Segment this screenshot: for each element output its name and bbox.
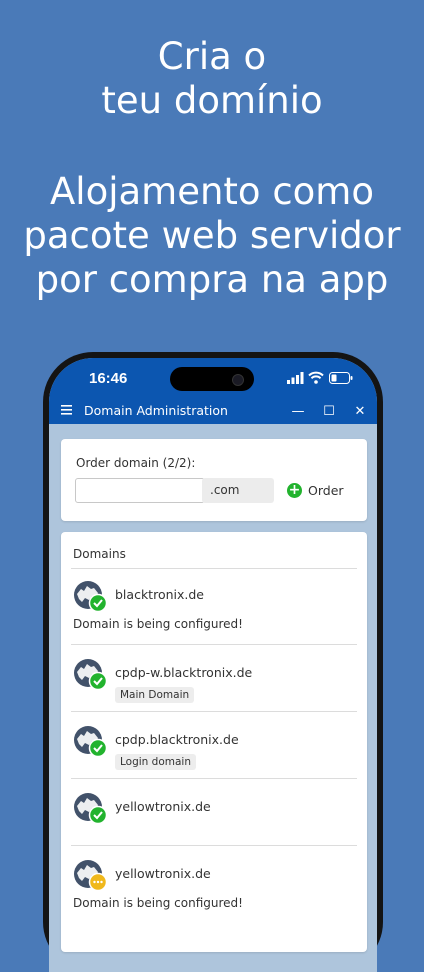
phone-screen: 16:46 Domain Administration — ☐ ✕ Order …	[49, 358, 377, 972]
headline-line-3: Alojamento como	[49, 170, 374, 213]
domain-status-message: Domain is being configured!	[73, 896, 243, 910]
tld-select[interactable]: .com	[202, 478, 274, 503]
headline-line-5: por compra na app	[35, 258, 389, 301]
domain-name: cpdp.blacktronix.de	[115, 732, 239, 747]
domain-status-message: Domain is being configured!	[73, 617, 243, 631]
domain-globe-icon	[73, 725, 108, 759]
phone-frame: 16:46 Domain Administration — ☐ ✕ Order …	[43, 352, 383, 972]
domains-header: Domains	[73, 547, 126, 561]
app-title: Domain Administration	[84, 403, 228, 418]
domain-globe-pending-icon	[73, 859, 108, 893]
camera-icon	[232, 374, 244, 386]
order-domain-label: Order domain (2/2):	[76, 456, 196, 470]
maximize-button[interactable]: ☐	[318, 402, 340, 422]
domain-badge: Login domain	[115, 754, 196, 770]
divider	[71, 778, 357, 779]
domain-row[interactable]: yellowtronix.de	[61, 792, 367, 852]
headline-bottom: Alojamento como pacote web servidor por …	[0, 170, 424, 302]
domain-name: yellowtronix.de	[115, 866, 211, 881]
order-domain-card: Order domain (2/2): .com + Order	[61, 439, 367, 521]
minimize-button[interactable]: —	[287, 402, 309, 422]
domain-name-input[interactable]	[75, 478, 205, 503]
order-button-label: Order	[308, 483, 344, 498]
status-time: 16:46	[89, 370, 128, 387]
menu-icon[interactable]	[61, 405, 72, 415]
divider	[71, 845, 357, 846]
headline-line-1: Cria o	[157, 35, 267, 78]
domain-globe-icon	[73, 792, 108, 826]
divider	[71, 711, 357, 712]
domain-name: blacktronix.de	[115, 587, 204, 602]
headline-top: Cria o teu domínio	[0, 35, 424, 123]
domain-row[interactable]: yellowtronix.de Domain is being configur…	[61, 859, 367, 919]
divider	[71, 568, 357, 569]
domain-badge: Main Domain	[115, 687, 195, 703]
close-button[interactable]: ✕	[349, 402, 371, 422]
headline-line-4: pacote web servidor	[23, 214, 401, 257]
domain-row[interactable]: cpdp.blacktronix.de Login domain	[61, 725, 367, 785]
domain-name: cpdp-w.blacktronix.de	[115, 665, 253, 680]
domain-name: yellowtronix.de	[115, 799, 211, 814]
domain-row[interactable]: blacktronix.de Domain is being configure…	[61, 580, 367, 640]
domain-globe-icon	[73, 658, 108, 692]
app-titlebar: Domain Administration — ☐ ✕	[49, 400, 377, 424]
domain-row[interactable]: cpdp-w.blacktronix.de Main Domain	[61, 658, 367, 718]
status-bar: 16:46	[49, 358, 377, 400]
dynamic-island	[170, 367, 254, 391]
wifi-icon	[308, 371, 324, 384]
headline-line-2: teu domínio	[101, 79, 323, 122]
signal-icon	[287, 372, 304, 384]
divider	[71, 644, 357, 645]
domains-card: Domains blacktronix.de Domain is being c…	[61, 532, 367, 952]
battery-icon	[329, 372, 353, 384]
plus-circle-icon: +	[287, 482, 302, 498]
domain-globe-icon	[73, 580, 108, 614]
